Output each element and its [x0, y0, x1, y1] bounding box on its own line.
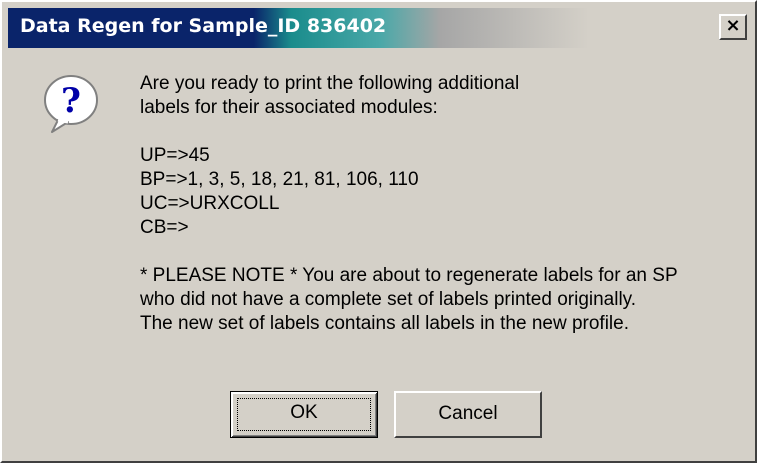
close-icon: ×: [725, 15, 741, 36]
message-line: Are you ready to print the following add…: [140, 73, 520, 94]
module-line-uc: UC=>URXCOLL: [140, 193, 280, 214]
focus-rect: [237, 398, 371, 431]
message-line: labels for their associated modules:: [140, 97, 438, 118]
module-line-bp: BP=>1, 3, 5, 18, 21, 81, 106, 110: [140, 169, 419, 190]
window-title: Data Regen for Sample_ID 836402: [20, 15, 387, 37]
module-line-up: UP=>45: [140, 145, 210, 166]
message-text: Are you ready to print the following add…: [140, 72, 740, 336]
note-line: who did not have a complete set of label…: [140, 289, 637, 310]
question-icon: ?: [44, 75, 98, 133]
cancel-button[interactable]: Cancel: [394, 391, 542, 438]
svg-text:?: ?: [61, 81, 81, 121]
note-line: The new set of labels contains all label…: [140, 313, 629, 334]
message-dialog: Data Regen for Sample_ID 836402 × ? Are …: [0, 0, 757, 463]
ok-button[interactable]: OK: [230, 391, 378, 438]
note-line: * PLEASE NOTE * You are about to regener…: [140, 265, 678, 286]
title-bar[interactable]: Data Regen for Sample_ID 836402 ×: [8, 8, 753, 48]
close-button[interactable]: ×: [719, 14, 747, 40]
cancel-button-label: Cancel: [438, 403, 498, 424]
module-line-cb: CB=>: [140, 217, 189, 238]
